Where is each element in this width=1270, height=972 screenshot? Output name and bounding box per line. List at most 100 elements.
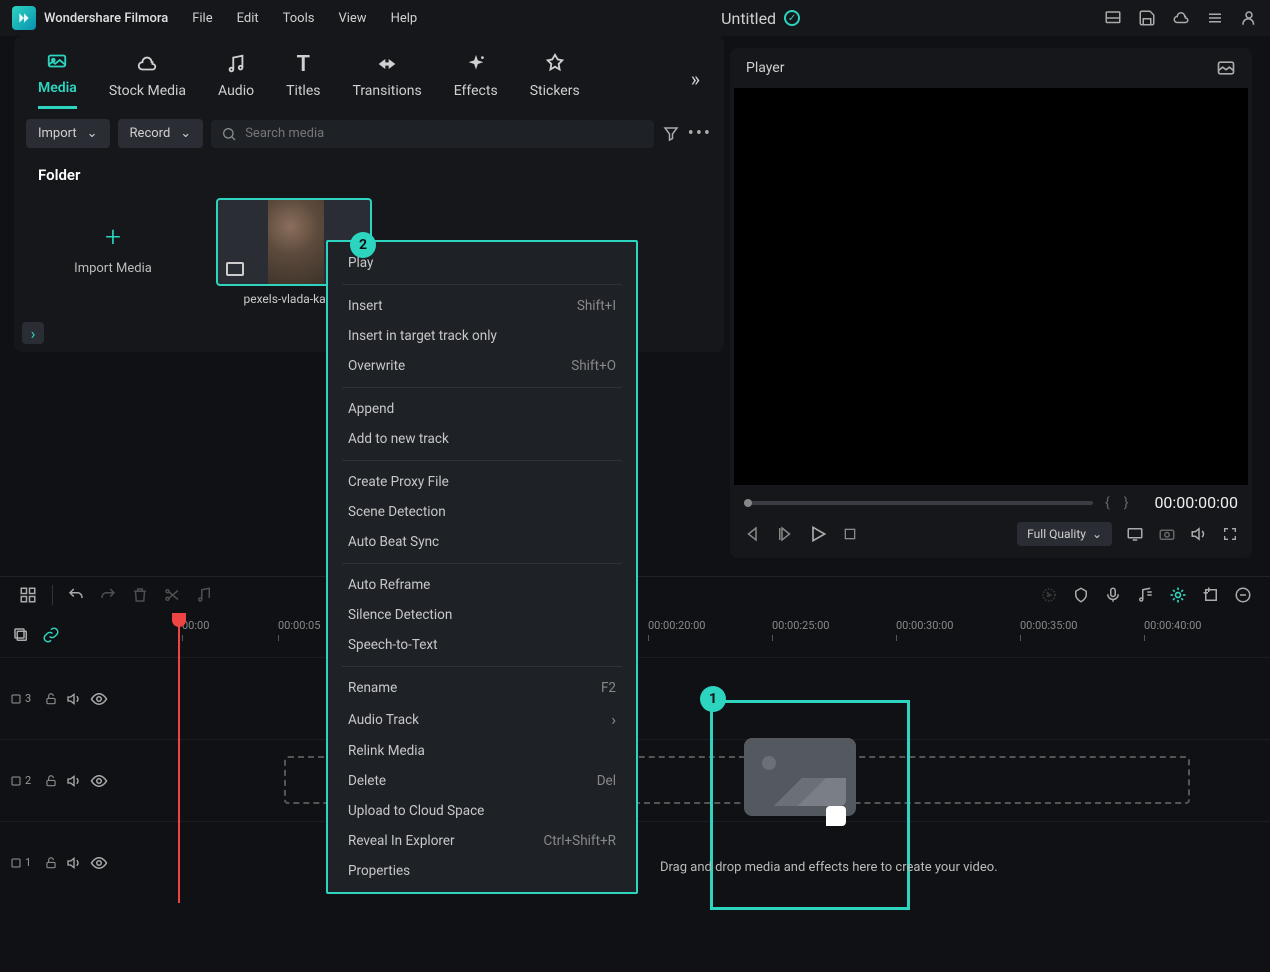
volume-icon[interactable] (1190, 525, 1208, 543)
app-logo (12, 6, 36, 30)
context-item-overwrite[interactable]: OverwriteShift+O (328, 351, 636, 381)
add-track-icon[interactable] (18, 585, 38, 605)
player-canvas[interactable] (734, 88, 1248, 485)
context-item-auto-reframe[interactable]: Auto Reframe (328, 570, 636, 600)
track-head: 3 (0, 690, 172, 708)
link-icon[interactable] (42, 626, 60, 644)
audio-mix-icon[interactable] (1136, 586, 1154, 604)
sync-ok-icon: ✓ (784, 10, 800, 26)
tab-transitions[interactable]: Transitions (353, 51, 422, 109)
context-item-speech-to-text[interactable]: Speech-to-Text (328, 630, 636, 660)
search-box[interactable] (211, 120, 654, 148)
menu-help[interactable]: Help (391, 11, 418, 26)
context-item-delete[interactable]: DeleteDel (328, 766, 636, 796)
import-media-tile[interactable]: + Import Media (38, 198, 188, 298)
visibility-icon[interactable] (90, 772, 108, 790)
expand-tabs-icon[interactable]: » (691, 67, 700, 91)
record-dropdown[interactable]: Record⌄ (118, 119, 204, 148)
context-item-properties[interactable]: Properties (328, 856, 636, 886)
menu-tools[interactable]: Tools (283, 11, 315, 26)
track-badge: 1 (10, 856, 36, 869)
auto-icon[interactable] (1168, 585, 1188, 605)
context-item-scene-detection[interactable]: Scene Detection (328, 497, 636, 527)
visibility-icon[interactable] (90, 854, 108, 872)
more-icon[interactable]: ••• (688, 123, 712, 144)
lock-icon[interactable] (44, 692, 58, 706)
mic-icon[interactable] (1104, 586, 1122, 604)
filter-icon[interactable] (662, 125, 680, 143)
context-separator (342, 284, 622, 285)
visibility-icon[interactable] (90, 690, 108, 708)
chevron-down-icon: ⌄ (180, 126, 191, 141)
context-item-reveal-in-explorer[interactable]: Reveal In ExplorerCtrl+Shift+R (328, 826, 636, 856)
tab-audio[interactable]: Audio (218, 51, 254, 109)
mute-icon[interactable] (66, 691, 82, 707)
folder-label: Folder (38, 166, 700, 184)
zoom-out-icon[interactable] (1234, 586, 1252, 604)
player-label: Player (746, 60, 784, 76)
tab-stickers[interactable]: Stickers (530, 51, 580, 109)
context-item-auto-beat-sync[interactable]: Auto Beat Sync (328, 527, 636, 557)
prev-frame-icon[interactable] (744, 525, 762, 543)
tab-titles[interactable]: T Titles (286, 51, 320, 109)
context-item-create-proxy-file[interactable]: Create Proxy File (328, 467, 636, 497)
play-icon[interactable] (808, 524, 828, 544)
scrub-bar[interactable] (744, 501, 1093, 505)
mute-icon[interactable] (66, 773, 82, 789)
fullscreen-icon[interactable] (1222, 526, 1238, 542)
snapshot-icon[interactable] (1216, 58, 1236, 78)
lock-icon[interactable] (44, 774, 58, 788)
render-icon[interactable] (1040, 586, 1058, 604)
menu-view[interactable]: View (338, 11, 366, 26)
marker-icon[interactable] (1072, 586, 1090, 604)
lock-icon[interactable] (44, 856, 58, 870)
cloud-icon[interactable] (1172, 9, 1190, 27)
project-title: Untitled (721, 9, 776, 28)
layout-icon[interactable] (1104, 9, 1122, 27)
tab-media[interactable]: Media (38, 48, 77, 109)
playhead[interactable] (178, 613, 180, 903)
context-item-append[interactable]: Append (328, 394, 636, 424)
quality-dropdown[interactable]: Full Quality⌄ (1017, 522, 1112, 546)
callout-1: 1 (700, 686, 726, 712)
import-dropdown[interactable]: Import⌄ (26, 119, 110, 148)
search-input[interactable] (245, 126, 644, 141)
titles-icon: T (290, 51, 316, 77)
stop-icon[interactable] (842, 526, 858, 542)
hamburger-icon[interactable] (1206, 9, 1224, 27)
menu-file[interactable]: File (192, 11, 212, 26)
mute-icon[interactable] (66, 855, 82, 871)
context-item-audio-track[interactable]: Audio Track (328, 703, 636, 736)
step-back-icon[interactable] (776, 525, 794, 543)
context-menu: Play InsertShift+IInsert in target track … (326, 240, 638, 894)
context-item-rename[interactable]: RenameF2 (328, 673, 636, 703)
context-item-play[interactable]: Play (328, 248, 636, 278)
app-name: Wondershare Filmora (44, 11, 168, 26)
undo-icon[interactable] (67, 586, 85, 604)
track-clone-icon[interactable] (12, 626, 30, 644)
panel-expand-icon[interactable]: › (22, 322, 44, 344)
tick: 00:00:35:00 (1020, 619, 1077, 632)
camera-icon[interactable] (1158, 525, 1176, 543)
tick: 00:00 (182, 619, 209, 632)
tab-stock-media[interactable]: Stock Media (109, 51, 186, 109)
context-item-relink-media[interactable]: Relink Media (328, 736, 636, 766)
context-item-add-to-new-track[interactable]: Add to new track (328, 424, 636, 454)
display-icon[interactable] (1126, 525, 1144, 543)
plus-icon: + (105, 220, 121, 253)
redo-icon[interactable] (99, 586, 117, 604)
callout-2: 2 (350, 232, 376, 258)
context-item-insert[interactable]: InsertShift+I (328, 291, 636, 321)
menu-edit[interactable]: Edit (237, 11, 259, 26)
context-item-insert-in-target-track-only[interactable]: Insert in target track only (328, 321, 636, 351)
tab-effects[interactable]: Effects (454, 51, 498, 109)
context-item-silence-detection[interactable]: Silence Detection (328, 600, 636, 630)
user-icon[interactable] (1240, 9, 1258, 27)
in-out-brackets: {} (1105, 495, 1142, 511)
save-icon[interactable] (1138, 9, 1156, 27)
crop-icon[interactable] (1202, 586, 1220, 604)
context-item-upload-to-cloud-space[interactable]: Upload to Cloud Space (328, 796, 636, 826)
music-note-icon[interactable] (195, 586, 213, 604)
split-icon[interactable] (163, 586, 181, 604)
trash-icon[interactable] (131, 586, 149, 604)
